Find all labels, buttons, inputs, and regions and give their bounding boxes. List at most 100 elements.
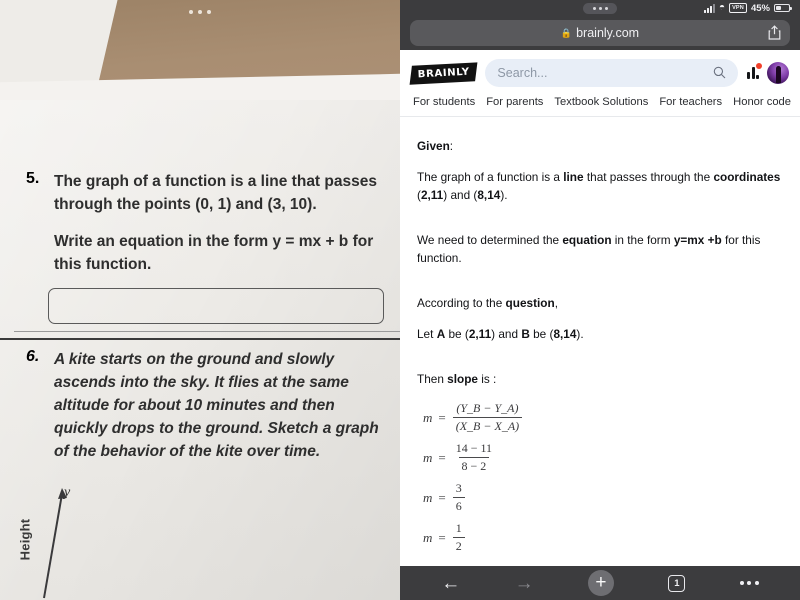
question-5-number: 5.	[26, 170, 40, 187]
tab-count-button[interactable]: 1	[668, 574, 686, 592]
nav-item-textbook-solutions[interactable]: Textbook Solutions	[554, 96, 648, 108]
let-part-4: be (	[529, 327, 554, 341]
equation-row-3: m = 3 6	[423, 481, 783, 514]
back-button[interactable]: ←	[441, 574, 460, 593]
battery-icon	[774, 4, 792, 12]
according-statement: According to the question,	[417, 294, 783, 312]
ios-status-bar: ◓ VPN 45%	[400, 0, 800, 16]
need-bold-equation: equation	[562, 233, 612, 247]
slope-part-2: is :	[477, 372, 497, 386]
status-icons: ◓ VPN 45%	[704, 2, 792, 14]
given-point-b: 8,14	[477, 188, 501, 202]
search-placeholder: Search...	[497, 66, 548, 80]
battery-percent-label: 45%	[750, 2, 770, 14]
nav-item-for-teachers[interactable]: For teachers	[659, 96, 722, 108]
equation-2-denominator: 8 − 2	[458, 457, 490, 474]
ranking-bars-icon[interactable]	[747, 63, 762, 79]
y-axis-label: y	[64, 485, 71, 500]
multitask-handle-icon[interactable]	[583, 3, 617, 14]
y-axis-arrow-icon	[43, 488, 67, 599]
site-nav: For students For parents Textbook Soluti…	[400, 96, 800, 117]
forward-button[interactable]: →	[515, 574, 534, 593]
given-colon: :	[449, 139, 454, 153]
web-page-viewport: BRAINLY Search... For students For paren…	[400, 50, 800, 566]
section-divider-thin	[14, 331, 400, 332]
section-divider	[0, 338, 400, 340]
equation-row-2: m = 14 − 11 8 − 2	[423, 441, 783, 474]
avatar[interactable]	[767, 62, 789, 84]
vpn-badge-icon: VPN	[729, 3, 747, 13]
safari-browser-pane: ◓ VPN 45% 🔒 brainly.com BRAINLY Search..…	[400, 0, 800, 600]
question-6-number: 6.	[26, 348, 40, 365]
equation-2-numerator: 14 − 11	[455, 441, 493, 455]
more-options-icon[interactable]	[739, 581, 759, 585]
slope-part-1: Then	[417, 372, 448, 386]
slope-bold: slope	[447, 372, 478, 386]
worksheet-photo-pane: 5. The graph of a function is a line tha…	[0, 0, 400, 600]
given-heading: Given:	[417, 137, 783, 155]
given-point-a: 2,11	[420, 188, 444, 202]
let-label-b: B	[521, 327, 530, 341]
equation-3-equals: =	[438, 489, 446, 505]
equation-1-fraction: (Y_B − Y_A) (X_B − X_A)	[452, 401, 523, 434]
let-coord-b: 8,14	[553, 327, 577, 341]
notification-dot-icon	[756, 63, 762, 69]
question-5: 5. The graph of a function is a line tha…	[0, 170, 400, 276]
brainly-logo-text: BRAINLY	[417, 66, 470, 80]
url-text: brainly.com	[576, 26, 640, 40]
answer-content: Given: The graph of a function is a line…	[400, 117, 800, 554]
nav-item-for-parents[interactable]: For parents	[486, 96, 543, 108]
according-part-1: According to the	[417, 296, 506, 310]
let-part-1: Let	[417, 327, 437, 341]
given-part-4: ) and (	[443, 188, 478, 202]
need-statement: We need to determined the equation in th…	[417, 231, 783, 267]
equation-2-lhs: m	[423, 449, 433, 465]
address-bar[interactable]: 🔒 brainly.com	[410, 20, 790, 46]
given-label: Given	[417, 139, 450, 153]
equation-4-fraction: 1 2	[452, 521, 465, 554]
according-part-2: ,	[554, 296, 558, 310]
question-5-text-2: Write an equation in the form y = mx + b…	[54, 233, 374, 273]
equation-3-numerator: 3	[455, 481, 462, 495]
equation-3-denominator: 6	[452, 497, 465, 514]
question-6: 6. A kite starts on the ground and slowl…	[0, 348, 400, 463]
let-statement: Let A be (2,11) and B be (8,14).	[417, 325, 783, 343]
given-bold-line: line	[563, 170, 584, 184]
need-part-2: in the form	[611, 233, 674, 247]
equation-row-1: m = (Y_B − Y_A) (X_B − X_A)	[423, 401, 783, 434]
given-part-5: ).	[500, 188, 508, 202]
screen: 5. The graph of a function is a line tha…	[0, 0, 800, 600]
question-5-answer-box[interactable]	[48, 288, 384, 324]
equation-4-denominator: 2	[452, 537, 465, 554]
share-icon[interactable]	[768, 25, 781, 45]
brainly-site-header: BRAINLY Search...	[400, 50, 800, 96]
drag-handle-dots-icon[interactable]	[181, 6, 219, 18]
question-5-text-1: The graph of a function is a line that p…	[54, 173, 377, 213]
equation-1-lhs: m	[423, 409, 433, 425]
equation-row-4: m = 1 2	[423, 521, 783, 554]
according-bold-question: question	[505, 296, 555, 310]
lock-icon: 🔒	[560, 27, 573, 38]
given-part-1: The graph of a function is a	[417, 170, 564, 184]
equation-4-lhs: m	[423, 529, 433, 545]
nav-item-honor-code[interactable]: Honor code	[733, 96, 791, 108]
equation-4-equals: =	[438, 529, 446, 545]
brainly-logo[interactable]: BRAINLY	[409, 61, 478, 85]
nav-item-for-students[interactable]: For students	[413, 96, 475, 108]
height-axis-title: Height	[17, 518, 33, 561]
equation-2-equals: =	[438, 449, 446, 465]
address-bar-row: 🔒 brainly.com	[400, 16, 800, 50]
safari-bottom-toolbar: ← → + 1	[400, 566, 800, 600]
cellular-signal-icon	[704, 3, 716, 13]
search-icon[interactable]	[713, 66, 726, 84]
search-input[interactable]: Search...	[485, 59, 738, 87]
header-icons	[747, 62, 789, 84]
equation-3-lhs: m	[423, 489, 433, 505]
new-tab-button[interactable]: +	[587, 570, 614, 596]
need-bold-form: y=mx +b	[673, 233, 722, 247]
equation-1-denominator: (X_B − X_A)	[452, 417, 523, 434]
slope-equations: m = (Y_B − Y_A) (X_B − X_A) m = 14 − 11 …	[423, 401, 783, 554]
